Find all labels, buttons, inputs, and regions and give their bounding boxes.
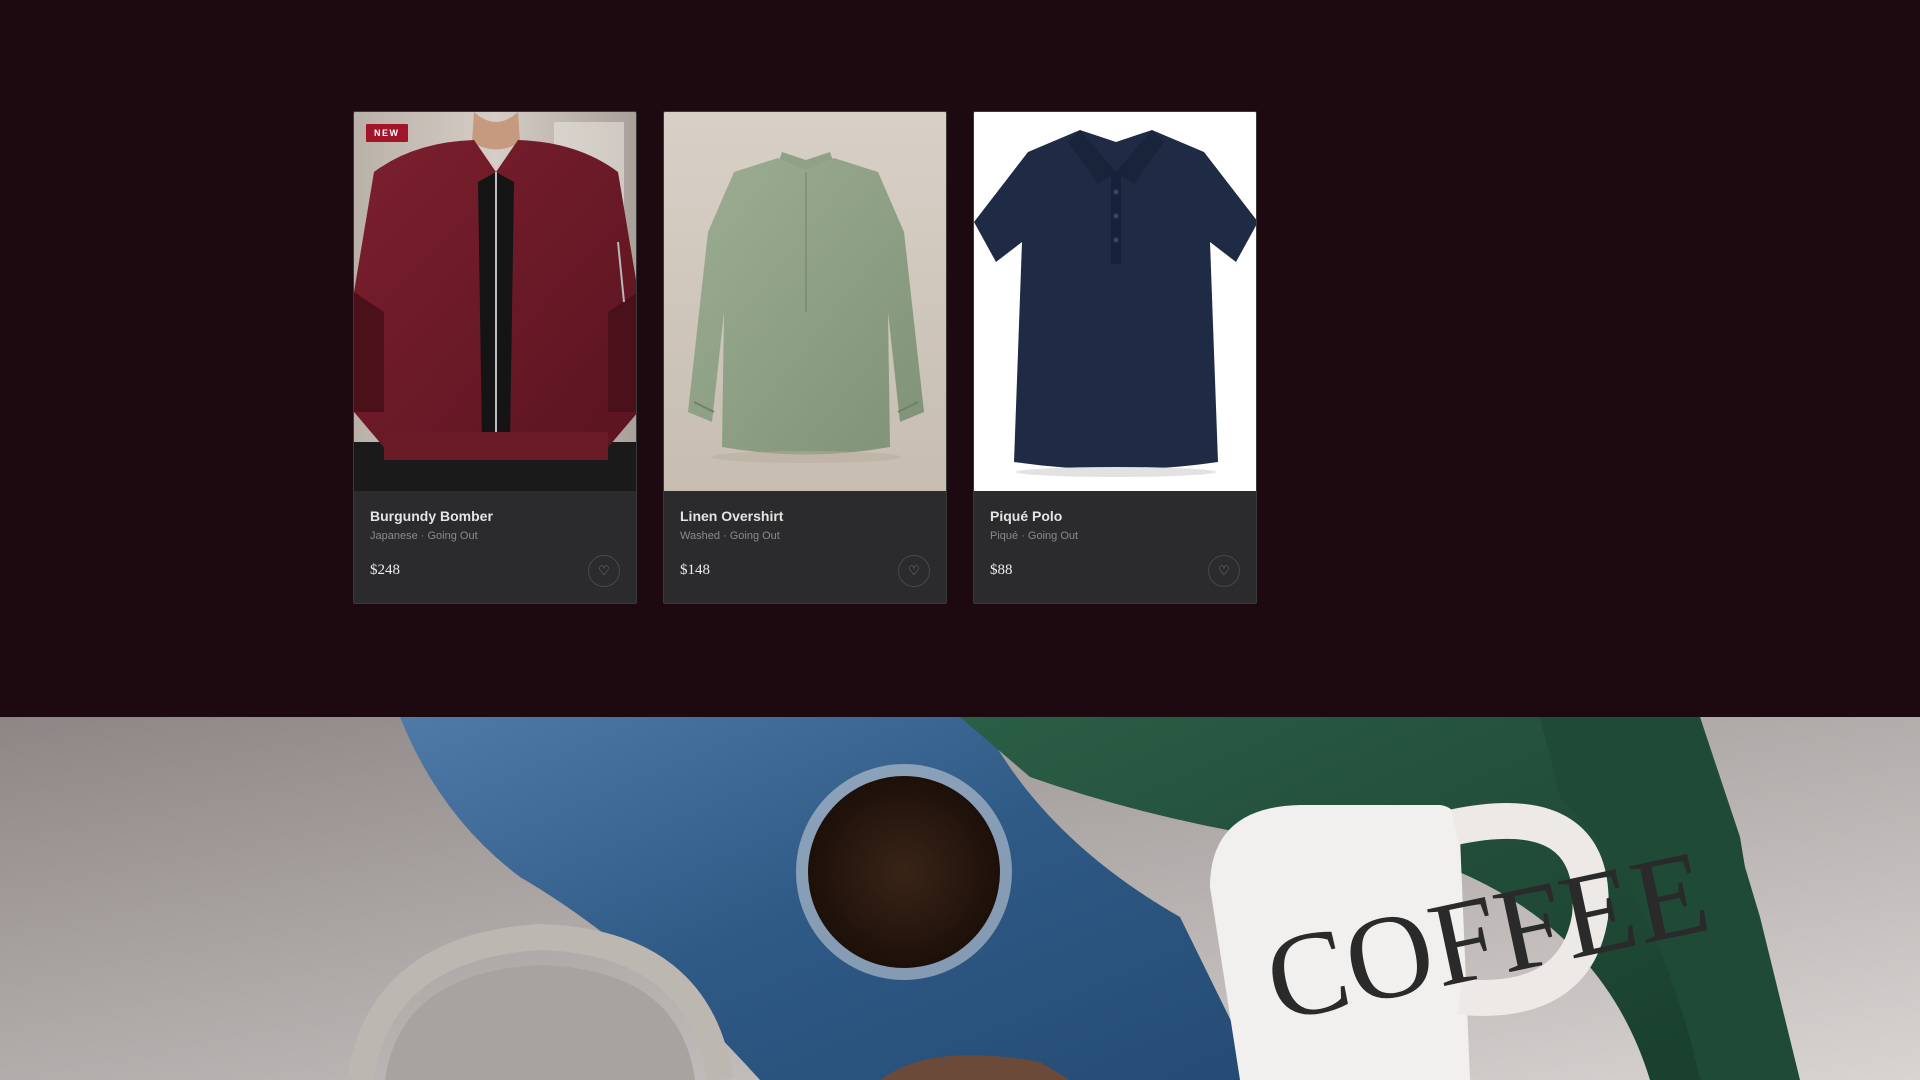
product-card[interactable]: NEW Burgundy Bomber Japanese · Going Out… [353,111,637,604]
favorite-button[interactable]: ♡ [898,555,930,587]
product-name[interactable]: Linen Overshirt [680,507,930,525]
new-badge: NEW [366,124,408,142]
product-price: $248 [370,562,400,578]
product-name[interactable]: Burgundy Bomber [370,507,620,525]
heart-icon: ♡ [908,563,920,578]
product-info: Linen Overshirt Washed · Going Out $148 … [664,491,946,603]
lifestyle-hero-image: COFFEE [0,717,1920,1080]
product-meta: Japanese · Going Out [370,530,478,542]
product-card[interactable]: Linen Overshirt Washed · Going Out $148 … [663,111,947,604]
favorite-button[interactable]: ♡ [1208,555,1240,587]
product-price: $148 [680,562,710,578]
product-card[interactable]: Piqué Polo Piqué · Going Out $88 ♡ [973,111,1257,604]
product-info: Burgundy Bomber Japanese · Going Out $24… [354,491,636,603]
product-price: $88 [990,562,1013,578]
product-name[interactable]: Piqué Polo [990,507,1240,525]
product-info: Piqué Polo Piqué · Going Out $88 ♡ [974,491,1256,603]
product-image-burgundy-bomber[interactable]: NEW [354,112,636,491]
product-meta: Piqué · Going Out [990,530,1079,542]
heart-icon: ♡ [598,563,610,578]
product-image-pique-polo[interactable] [974,112,1256,491]
heart-icon: ♡ [1218,563,1230,578]
product-image-linen-overshirt[interactable] [664,112,946,491]
product-meta: Washed · Going Out [680,530,780,542]
favorite-button[interactable]: ♡ [588,555,620,587]
product-grid: NEW Burgundy Bomber Japanese · Going Out… [353,111,1257,604]
